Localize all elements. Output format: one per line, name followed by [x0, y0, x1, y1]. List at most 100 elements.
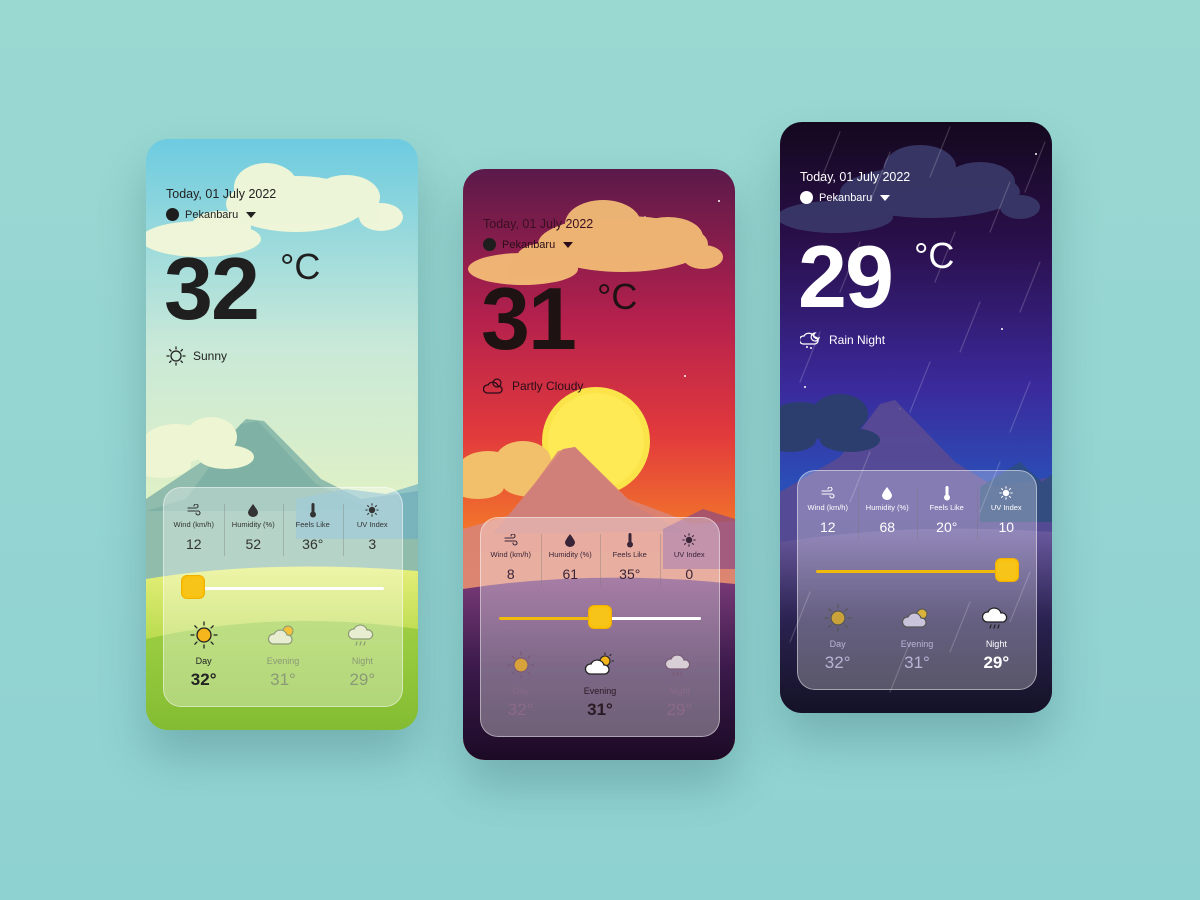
stat-humidity: Humidity (%) 61 [540, 532, 601, 586]
stat-humidity: Humidity (%) 68 [857, 485, 918, 539]
stat-uv-index: UV Index 0 [659, 532, 720, 586]
location-selector[interactable]: Pekanbaru [483, 238, 574, 251]
time-of-day-slider[interactable] [816, 559, 1018, 581]
date-label: Today, 01 July 2022 [483, 217, 594, 231]
time-temp: 29° [349, 670, 376, 689]
wind-icon [481, 532, 541, 548]
sun-outline-icon [166, 346, 186, 366]
time-label: Evening [900, 639, 934, 649]
temperature-value: 31 [481, 269, 577, 368]
humidity-icon [224, 502, 284, 518]
chevron-down-icon [246, 211, 257, 218]
stats-row: Wind (km/h) 8 Humidity (%) 61 Feels Like… [481, 532, 720, 586]
stat-label: Humidity (%) [231, 520, 275, 529]
time-day[interactable]: Day 32° [481, 650, 560, 720]
stat-label: UV Index [356, 520, 388, 529]
thermometer-icon [283, 502, 343, 518]
time-evening[interactable]: Evening 31° [560, 650, 639, 720]
time-night[interactable]: Night 29° [957, 603, 1036, 673]
time-of-day-row: Day 32° Evening 31° Night 29° [481, 650, 719, 720]
stat-feels-like: Feels Like 35° [600, 532, 660, 586]
location-label: Pekanbaru [502, 238, 556, 251]
partly-cloudy-icon [243, 620, 322, 650]
time-evening[interactable]: Evening 31° [877, 603, 956, 673]
stat-label: UV Index [990, 503, 1022, 512]
date-label: Today, 01 July 2022 [166, 187, 277, 201]
stat-feels-like: Feels Like 36° [283, 502, 343, 556]
slider-thumb[interactable] [182, 576, 204, 598]
temperature-unit: °C [280, 246, 321, 287]
rain-cloud-icon [957, 603, 1036, 633]
time-temp: 32° [190, 670, 217, 689]
stat-label: Humidity (%) [865, 503, 909, 512]
wind-icon [164, 502, 224, 518]
location-selector[interactable]: Pekanbaru [800, 191, 891, 204]
stat-wind: Wind (km/h) 12 [164, 502, 224, 552]
stat-uv-index: UV Index 3 [342, 502, 403, 556]
rain-cloud-icon [323, 620, 402, 650]
chevron-down-icon [880, 194, 891, 201]
uv-icon [660, 532, 720, 548]
time-label: Day [195, 656, 212, 666]
time-label: Evening [266, 656, 300, 666]
time-of-day-slider[interactable] [499, 606, 701, 628]
slider-fill [816, 570, 1007, 573]
stat-feels-like: Feels Like 20° [917, 485, 977, 539]
stat-label: Wind (km/h) [173, 520, 214, 529]
time-label: Night [351, 656, 373, 666]
stat-label: Wind (km/h) [490, 550, 531, 559]
location-selector[interactable]: Pekanbaru [166, 208, 257, 221]
slider-thumb[interactable] [589, 606, 611, 628]
time-label: Night [985, 639, 1007, 649]
temperature-unit: °C [597, 276, 638, 317]
partly-cloudy-icon [877, 603, 956, 633]
condition-row: Partly Cloudy [483, 376, 583, 396]
humidity-icon [541, 532, 601, 548]
time-of-day-slider[interactable] [182, 576, 384, 598]
time-temp: 32° [824, 653, 851, 672]
stat-label: Feels Like [929, 503, 964, 512]
condition-label: Rain Night [829, 333, 886, 347]
stat-value: 36° [302, 536, 324, 552]
date-label: Today, 01 July 2022 [800, 170, 911, 184]
stats-row: Wind (km/h) 12 Humidity (%) 52 Feels Lik… [164, 502, 403, 556]
partly-cloudy-icon [560, 650, 639, 680]
sun-icon [164, 620, 243, 650]
rain-cloud-icon [640, 650, 719, 680]
stat-value: 52 [245, 536, 262, 552]
temperature-value: 29 [798, 227, 894, 326]
stat-label: UV Index [673, 550, 705, 559]
slider-fill [499, 617, 600, 620]
time-label: Evening [583, 686, 617, 696]
weather-details-panel: Wind (km/h) 12 Humidity (%) 52 Feels Lik… [163, 487, 403, 707]
time-temp: 31° [904, 653, 930, 672]
compass-icon [800, 191, 813, 204]
stat-wind: Wind (km/h) 12 [798, 485, 858, 535]
stat-value: 61 [562, 566, 579, 582]
stat-value: 8 [506, 566, 515, 582]
stat-label: Feels Like [295, 520, 330, 529]
condition-row: Sunny [166, 346, 227, 366]
time-day[interactable]: Day 32° [798, 603, 877, 673]
stat-value: 0 [685, 566, 694, 582]
temperature-unit: °C [914, 235, 955, 276]
uv-icon [977, 485, 1037, 501]
time-temp: 29° [666, 700, 693, 719]
humidity-icon [858, 485, 918, 501]
time-night[interactable]: Night 29° [323, 620, 402, 690]
compass-icon [166, 208, 179, 221]
condition-label: Sunny [193, 349, 228, 363]
partly-cloudy-outline-icon [483, 378, 503, 394]
time-day[interactable]: Day 32° [164, 620, 243, 690]
compass-icon [483, 238, 496, 251]
time-temp: 31° [270, 670, 296, 689]
stat-value: 3 [368, 536, 377, 552]
weather-card-partly-cloudy: Today, 01 July 2022 Pekanbaru 31 °C Part… [463, 169, 735, 760]
slider-thumb[interactable] [996, 559, 1018, 581]
time-evening[interactable]: Evening 31° [243, 620, 322, 690]
chevron-down-icon [563, 241, 574, 248]
slider-track [600, 617, 701, 620]
time-label: Night [668, 686, 690, 696]
weather-details-panel: Wind (km/h) 12 Humidity (%) 68 Feels Lik… [797, 470, 1037, 690]
time-night[interactable]: Night 29° [640, 650, 719, 720]
